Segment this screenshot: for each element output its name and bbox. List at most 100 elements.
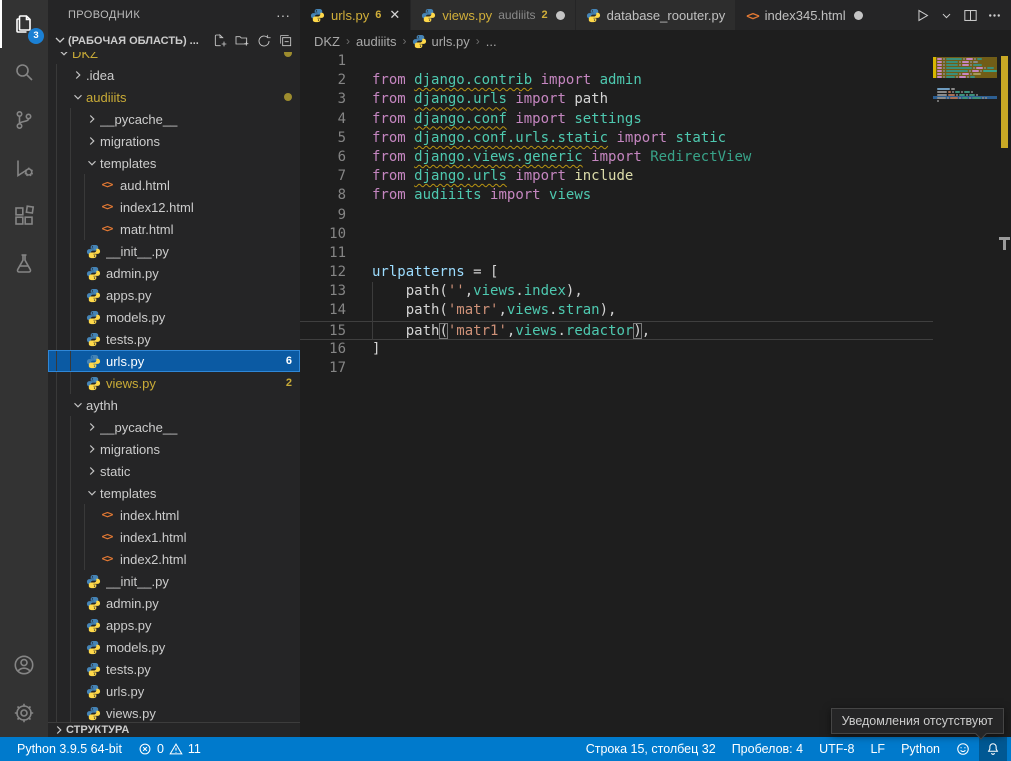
overview-ruler[interactable] [998, 52, 1011, 737]
indentation-status[interactable]: Пробелов: 4 [725, 737, 810, 761]
tree-item-templates[interactable]: templates [48, 152, 300, 174]
collapse-all-icon[interactable] [278, 33, 294, 49]
notifications-bell[interactable] [979, 737, 1007, 761]
code-line-17[interactable]: 17 [300, 359, 933, 378]
cursor-position-status[interactable]: Строка 15, столбец 32 [579, 737, 723, 761]
workspace-section-header[interactable]: (РАБОЧАЯ ОБЛАСТЬ) ... [48, 30, 300, 52]
code-line-14[interactable]: 14 path('matr',views.stran), [300, 301, 933, 320]
tree-item--init-py[interactable]: __init__.py [48, 240, 300, 262]
search-icon[interactable] [0, 48, 48, 96]
tree-item-aythh[interactable]: aythh [48, 394, 300, 416]
tree-item-index-html[interactable]: <>index.html [48, 504, 300, 526]
run-debug-icon[interactable] [0, 144, 48, 192]
code-line-10[interactable]: 10 [300, 225, 933, 244]
code-line-9[interactable]: 9 [300, 206, 933, 225]
code-line-2[interactable]: 2from django.contrib import admin [300, 71, 933, 90]
tab-label: index345.html [765, 8, 846, 23]
code-line-8[interactable]: 8from audiiits import views [300, 186, 933, 205]
refresh-icon[interactable] [256, 33, 272, 49]
run-icon[interactable] [911, 4, 933, 26]
eol-status[interactable]: LF [863, 737, 892, 761]
tree-item-label: tests.py [106, 332, 292, 347]
tab-database-roouter-py[interactable]: database_roouter.py [576, 0, 737, 30]
more-actions-icon[interactable]: ··· [276, 0, 290, 30]
source-control-icon[interactable] [0, 96, 48, 144]
code-line-4[interactable]: 4from django.conf import settings [300, 110, 933, 129]
tree-item-urls-py[interactable]: urls.py6 [48, 350, 300, 372]
more-actions-icon[interactable] [983, 4, 1005, 26]
tree-item--pycache-[interactable]: __pycache__ [48, 108, 300, 130]
tree-item-index2-html[interactable]: <>index2.html [48, 548, 300, 570]
tree-item-migrations[interactable]: migrations [48, 438, 300, 460]
code-line-16[interactable]: 16] [300, 340, 933, 359]
tree-item-templates[interactable]: templates [48, 482, 300, 504]
split-editor-icon[interactable] [959, 4, 981, 26]
breadcrumb-item[interactable]: audiiits [356, 34, 396, 49]
tree-item-apps-py[interactable]: apps.py [48, 284, 300, 306]
tree-item-urls-py[interactable]: urls.py [48, 680, 300, 702]
code-editor[interactable]: 12from django.contrib import admin3from … [300, 52, 933, 737]
testing-icon[interactable] [0, 240, 48, 288]
tree-item-admin-py[interactable]: admin.py [48, 592, 300, 614]
chevron-down-icon [84, 486, 100, 500]
outline-section-header[interactable]: СТРУКТУРА [48, 722, 300, 737]
code-line-1[interactable]: 1 [300, 52, 933, 71]
breadcrumb-item[interactable]: urls.py [431, 34, 469, 49]
account-icon[interactable] [0, 641, 48, 689]
close-icon[interactable]: ✕ [387, 7, 400, 23]
tree-item-index1-html[interactable]: <>index1.html [48, 526, 300, 548]
line-number: 16 [300, 340, 346, 359]
line-number: 6 [300, 148, 346, 167]
language-mode-status[interactable]: Python [894, 737, 947, 761]
python-interpreter-status[interactable]: Python 3.9.5 64-bit [10, 737, 129, 761]
explorer-icon[interactable]: 3 [0, 0, 48, 48]
breadcrumb-separator: › [474, 34, 482, 48]
tree-item-tests-py[interactable]: tests.py [48, 658, 300, 680]
tree-item--init-py[interactable]: __init__.py [48, 570, 300, 592]
tree-item-audiiits[interactable]: audiiits [48, 86, 300, 108]
warning-icon [169, 742, 183, 756]
tab-index345-html[interactable]: <>index345.html [736, 0, 873, 30]
encoding-status[interactable]: UTF-8 [812, 737, 861, 761]
new-folder-icon[interactable] [234, 33, 250, 49]
breadcrumb-item[interactable]: DKZ [314, 34, 340, 49]
tree-item-admin-py[interactable]: admin.py [48, 262, 300, 284]
code-line-15[interactable]: 15 path('matr1',views.redactor), [300, 321, 933, 340]
code-line-6[interactable]: 6from django.views.generic import Redire… [300, 148, 933, 167]
tree-item-aud-html[interactable]: <>aud.html [48, 174, 300, 196]
code-line-3[interactable]: 3from django.urls import path [300, 90, 933, 109]
tree-item-views-py[interactable]: views.py2 [48, 372, 300, 394]
python-icon [84, 376, 102, 391]
run-dropdown-chevron-icon[interactable] [935, 4, 957, 26]
breadcrumb-item[interactable]: ... [486, 34, 497, 49]
tree-item-label: views.py [106, 376, 280, 391]
tree-item-views-py[interactable]: views.py [48, 702, 300, 722]
new-file-icon[interactable] [212, 33, 228, 49]
minimap-line [933, 102, 997, 105]
tab-views-py[interactable]: views.pyaudiiits2 [411, 0, 575, 30]
tab-urls-py[interactable]: urls.py6✕ [300, 0, 411, 30]
code-line-12[interactable]: 12urlpatterns = [ [300, 263, 933, 282]
code-line-11[interactable]: 11 [300, 244, 933, 263]
feedback-icon[interactable] [949, 737, 977, 761]
tree-item-matr-html[interactable]: <>matr.html [48, 218, 300, 240]
tree-item--idea[interactable]: .idea [48, 64, 300, 86]
tree-item-migrations[interactable]: migrations [48, 130, 300, 152]
settings-icon[interactable] [0, 689, 48, 737]
code-line-5[interactable]: 5from django.conf.urls.static import sta… [300, 129, 933, 148]
tree-item-static[interactable]: static [48, 460, 300, 482]
warning-count: 11 [188, 742, 201, 756]
tree-item--pycache-[interactable]: __pycache__ [48, 416, 300, 438]
python-icon [84, 596, 102, 611]
minimap[interactable] [933, 54, 997, 105]
tree-item-tests-py[interactable]: tests.py [48, 328, 300, 350]
extensions-icon[interactable] [0, 192, 48, 240]
tree-item-apps-py[interactable]: apps.py [48, 614, 300, 636]
tree-item-models-py[interactable]: models.py [48, 306, 300, 328]
tree-item-dkz[interactable]: DKZ [48, 52, 300, 64]
problems-status[interactable]: 0 11 [131, 737, 208, 761]
tree-item-index12-html[interactable]: <>index12.html [48, 196, 300, 218]
code-line-13[interactable]: 13 path('',views.index), [300, 282, 933, 301]
code-line-7[interactable]: 7from django.urls import include [300, 167, 933, 186]
tree-item-models-py[interactable]: models.py [48, 636, 300, 658]
